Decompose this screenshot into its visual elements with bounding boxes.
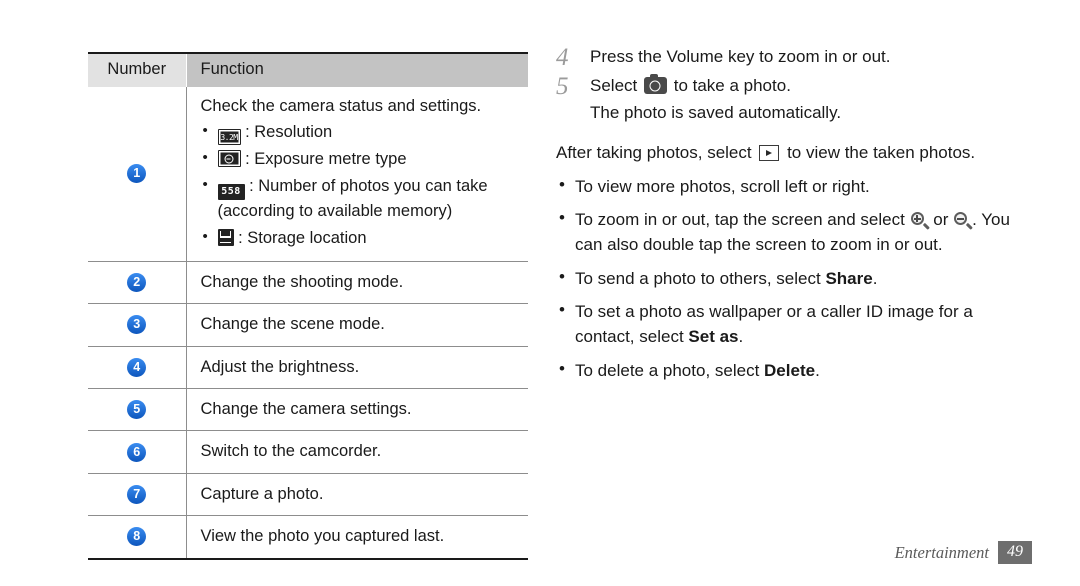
table-row: 5 Change the camera settings.	[88, 388, 528, 432]
row-function-cell: Adjust the brightness.	[185, 346, 528, 389]
table-header-row: Number Function	[88, 52, 528, 87]
camera-icon	[643, 74, 667, 95]
table-row: 3 Change the scene mode.	[88, 303, 528, 347]
exposure-metre-icon	[217, 150, 241, 168]
step-5-line: Select to take a photo.	[590, 73, 1034, 99]
detail-label-resolution: : Resolution	[245, 123, 333, 142]
detail-item-memory-note: (according to available memory)	[217, 202, 453, 221]
table-row: 6 Switch to the camcorder.	[88, 430, 528, 474]
tip-share-bold: Share	[825, 268, 873, 288]
detail-label-exposure: : Exposure metre type	[245, 150, 407, 169]
step-5-text-before: Select	[590, 76, 638, 96]
photo-count-icon: 558	[217, 184, 245, 201]
detail-item-photo-count: 558 : Number of photos you can take	[201, 174, 523, 201]
detail-item-storage: : Storage location	[201, 226, 523, 251]
number-badge-5: 5	[127, 400, 147, 420]
column-header-function: Function	[185, 52, 528, 87]
row-function-cell: Switch to the camcorder.	[185, 430, 528, 474]
table-row: 2 Change the shooting mode.	[88, 261, 528, 305]
tip-set-as: To set a photo as wallpaper or a caller …	[556, 298, 1034, 349]
detail-label-photo-count: : Number of photos you can take	[249, 177, 488, 196]
tip-scroll-photos: To view more photos, scroll left or righ…	[556, 173, 1034, 200]
row-number-cell: 1	[88, 87, 186, 262]
footer-page-number: 49	[998, 541, 1032, 564]
resolution-icon: 3.2M	[217, 129, 241, 146]
step-4-number: 4	[556, 44, 569, 71]
row-number-cell: 5	[88, 388, 186, 432]
number-badge-7: 7	[127, 484, 147, 504]
tip-share: To send a photo to others, select Share.	[556, 265, 1034, 292]
tip-delete-bold: Delete	[764, 360, 816, 380]
row-function-cell: Change the camera settings.	[185, 388, 528, 432]
page-footer: Entertainment 49	[895, 541, 1032, 564]
row-function-cell: Change the scene mode.	[185, 303, 528, 347]
detail-item-exposure: : Exposure metre type	[201, 147, 523, 172]
number-badge-2: 2	[127, 272, 147, 292]
camera-function-table: Number Function 1 Check the camera statu…	[88, 52, 528, 560]
number-badge-1: 1	[127, 164, 147, 184]
tip-set-as-text-1: To set a photo as wallpaper or a caller …	[575, 302, 973, 346]
row1-detail-list: 3.2M : Resolution : Exposure metre type …	[201, 120, 523, 251]
instructions-container: 4 Press the Volume key to zoom in or out…	[556, 44, 1034, 383]
step-5-body: Select to take a photo. The photo is sav…	[590, 73, 1034, 125]
step-4-text: Press the Volume key to zoom in or out.	[590, 47, 891, 66]
zoom-out-icon	[954, 212, 973, 230]
row-number-cell: 7	[88, 473, 186, 517]
after-text-before: After taking photos, select	[556, 143, 752, 163]
row-number-cell: 4	[88, 346, 186, 389]
row-function-cell: View the photo you captured last.	[185, 515, 528, 560]
tips-list: To view more photos, scroll left or righ…	[556, 173, 1034, 384]
after-text-after: to view the taken photos.	[787, 143, 976, 163]
detail-item-resolution: 3.2M : Resolution	[201, 120, 523, 146]
number-badge-3: 3	[127, 315, 147, 335]
tip-delete-text-3: .	[815, 360, 820, 380]
tip-delete: To delete a photo, select Delete.	[556, 357, 1034, 384]
number-badge-4: 4	[127, 357, 147, 377]
row-number-cell: 2	[88, 261, 186, 305]
tip-share-text-3: .	[872, 268, 878, 288]
tip-delete-text-1: To delete a photo, select	[575, 360, 760, 380]
footer-chapter-name: Entertainment	[894, 542, 989, 562]
table-row: 4 Adjust the brightness.	[88, 346, 528, 389]
tip-share-text-1: To send a photo to others, select	[575, 268, 821, 288]
tip-set-as-bold: Set as	[688, 326, 739, 346]
zoom-in-icon	[910, 212, 930, 230]
row-number-cell: 6	[88, 430, 186, 474]
column-header-number: Number	[88, 52, 186, 87]
tip-set-as-text-3: .	[738, 326, 744, 346]
row1-intro-text: Check the camera status and settings.	[200, 97, 482, 115]
tip-zoom: To zoom in or out, tap the screen and se…	[556, 206, 1034, 257]
step-5-text-after: to take a photo.	[673, 76, 791, 96]
step-5-number: 5	[556, 73, 569, 101]
storage-location-icon	[217, 228, 234, 246]
row-function-cell: Change the shooting mode.	[185, 261, 528, 305]
step-5-subtext: The photo is saved automatically.	[590, 102, 842, 122]
after-taking-photos-paragraph: After taking photos, select to view the …	[556, 140, 1034, 166]
table-row: 8 View the photo you captured last.	[88, 515, 528, 560]
number-badge-8: 8	[127, 527, 147, 547]
row-function-cell: Capture a photo.	[185, 473, 528, 517]
row-number-cell: 8	[88, 515, 186, 560]
detail-label-storage: : Storage location	[238, 228, 367, 247]
table-row: 7 Capture a photo.	[88, 473, 528, 517]
tip-zoom-text-2: or	[933, 210, 949, 230]
function-table-container: Number Function 1 Check the camera statu…	[88, 52, 528, 560]
step-4: 4 Press the Volume key to zoom in or out…	[556, 44, 1034, 71]
tip-zoom-text-1: To zoom in or out, tap the screen and se…	[575, 210, 905, 230]
play-view-icon	[759, 145, 780, 162]
row-function-cell: Check the camera status and settings. 3.…	[185, 87, 528, 262]
step-5: 5 Select to take a photo. The photo is s…	[556, 73, 1034, 125]
table-row: 1 Check the camera status and settings. …	[88, 87, 528, 262]
number-badge-6: 6	[127, 442, 147, 462]
row-number-cell: 3	[88, 303, 186, 347]
